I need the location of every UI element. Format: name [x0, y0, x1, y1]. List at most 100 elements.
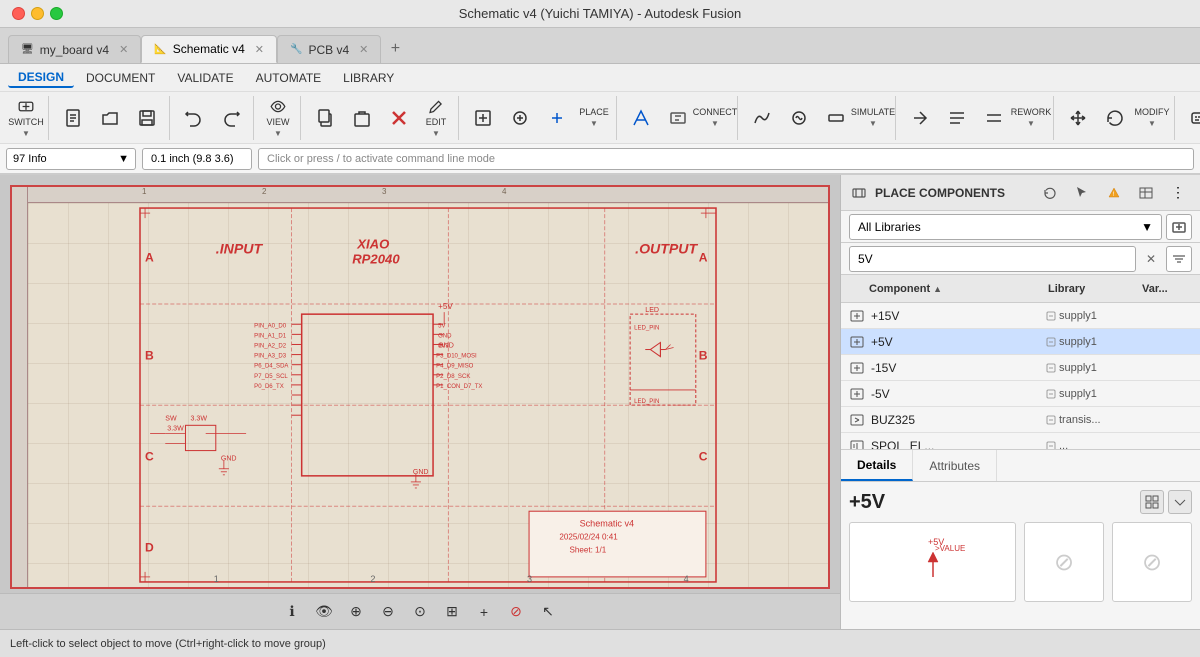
undo-button[interactable] [176, 98, 212, 138]
connect-btn2[interactable] [660, 98, 696, 138]
info-btn[interactable]: ℹ [279, 599, 305, 625]
grid-view-btn[interactable] [1140, 490, 1164, 514]
move-icon [1068, 108, 1088, 128]
panel-cursor-btn[interactable] [1070, 181, 1094, 205]
sim-btn1[interactable] [744, 98, 780, 138]
place-button[interactable]: PLACE ▼ [576, 98, 612, 138]
capacitor-icon [850, 439, 864, 450]
tab-schematic[interactable]: 📐 Schematic v4 ✕ [141, 35, 277, 63]
save-button[interactable] [129, 98, 165, 138]
library-select-value: All Libraries [858, 220, 921, 234]
search-filter-btn[interactable] [1166, 246, 1192, 272]
edit-button[interactable]: EDIT ▼ [418, 98, 454, 138]
shortcuts-btn1[interactable] [1181, 98, 1200, 138]
switch-button[interactable]: SWITCH ▼ [8, 98, 44, 138]
connect-btn1[interactable] [623, 98, 659, 138]
maximize-button[interactable] [50, 7, 63, 20]
delete-button[interactable] [381, 98, 417, 138]
component-search-input[interactable] [849, 246, 1136, 272]
details-tab-details[interactable]: Details [841, 450, 913, 481]
sim-btn2[interactable] [781, 98, 817, 138]
rework-button[interactable]: REWORK ▼ [1013, 98, 1049, 138]
expand-btn[interactable] [1168, 490, 1192, 514]
menu-automate[interactable]: AUTOMATE [246, 69, 332, 87]
svg-text:GND: GND [221, 456, 237, 463]
schematic-frame[interactable]: 1 2 3 4 A [10, 185, 830, 589]
connect-group: CONNECT ▼ [619, 96, 738, 140]
command-input[interactable]: Click or press / to activate command lin… [258, 148, 1194, 170]
undo-icon [184, 108, 204, 128]
component-row-buz325[interactable]: BUZ325 transis... [841, 407, 1200, 433]
rework-btn2[interactable] [939, 98, 975, 138]
tab-pcb[interactable]: 🔧 PCB v4 ✕ [277, 35, 381, 63]
tab-close-my-board[interactable]: ✕ [119, 43, 128, 56]
simulate-dropdown-icon: ▼ [869, 119, 877, 128]
details-tabs: Details Attributes [841, 450, 1200, 482]
close-button[interactable] [12, 7, 25, 20]
modify-button[interactable]: MODIFY ▼ [1134, 98, 1170, 138]
component-row-plus5v[interactable]: +5V supply1 [841, 329, 1200, 355]
connect-icon2 [668, 108, 688, 128]
refresh-button[interactable] [1097, 98, 1133, 138]
panel-table-btn[interactable] [1134, 181, 1158, 205]
info-dropdown[interactable]: 97 Info ▼ [6, 148, 136, 170]
panel-refresh-btn[interactable] [1038, 181, 1062, 205]
component-column-header[interactable]: Component ▲ [869, 283, 1044, 295]
menu-design[interactable]: DESIGN [8, 68, 74, 88]
component-row-minus5v[interactable]: -5V supply1 [841, 381, 1200, 407]
minimize-button[interactable] [31, 7, 44, 20]
panel-warning-btn[interactable]: ! [1102, 181, 1126, 205]
view-dropdown-icon: ▼ [274, 129, 282, 138]
grid-btn[interactable]: ⊞ [439, 599, 465, 625]
search-clear-btn[interactable]: ✕ [1140, 248, 1162, 270]
zoom-in-btn[interactable]: ⊕ [343, 599, 369, 625]
library-select[interactable]: All Libraries ▼ [849, 214, 1162, 240]
add-tab-button[interactable]: + [381, 35, 409, 63]
menu-document[interactable]: DOCUMENT [76, 69, 165, 87]
canvas-area[interactable]: 1 2 3 4 A [0, 175, 840, 629]
place-btn2[interactable] [502, 98, 538, 138]
simulate-button[interactable]: SIMULATE ▼ [855, 98, 891, 138]
tab-close-schematic[interactable]: ✕ [255, 43, 264, 56]
crosshair-btn[interactable]: + [471, 599, 497, 625]
add-library-btn[interactable] [1166, 214, 1192, 240]
refresh-icon [1105, 108, 1125, 128]
copy-button[interactable] [307, 98, 343, 138]
view-button[interactable]: VIEW ▼ [260, 98, 296, 138]
variant-column-header[interactable]: Var... [1142, 283, 1192, 295]
tabs-bar: 🖥 my_board v4 ✕ 📐 Schematic v4 ✕ 🔧 PCB v… [0, 28, 1200, 64]
tab-close-pcb[interactable]: ✕ [359, 43, 368, 56]
place-btn3[interactable] [539, 98, 575, 138]
zoom-fit-btn[interactable]: ⊙ [407, 599, 433, 625]
details-tab-attributes[interactable]: Attributes [913, 450, 997, 481]
cursor-btn[interactable]: ↖ [535, 599, 561, 625]
title-bar: Schematic v4 (Yuichi TAMIYA) - Autodesk … [0, 0, 1200, 28]
rework-btn3[interactable] [976, 98, 1012, 138]
components-list-header: Component ▲ Library Var... [841, 275, 1200, 303]
open-button[interactable] [92, 98, 128, 138]
sim-btn3[interactable] [818, 98, 854, 138]
visibility-btn[interactable]: 👁 [311, 599, 337, 625]
component-row-plus15v[interactable]: +15V supply1 [841, 303, 1200, 329]
paste-button[interactable] [344, 98, 380, 138]
new-button[interactable] [55, 98, 91, 138]
menu-library[interactable]: LIBRARY [333, 69, 404, 87]
component-preview-sec1: ⊘ [1024, 522, 1104, 602]
menu-validate[interactable]: VALIDATE [167, 69, 243, 87]
rework-btn1[interactable] [902, 98, 938, 138]
component-row-spol-el[interactable]: SPOL_EL... ... [841, 433, 1200, 449]
move-button[interactable] [1060, 98, 1096, 138]
library-column-header[interactable]: Library [1048, 283, 1138, 295]
svg-text:XIAO: XIAO [356, 236, 389, 251]
connect-button[interactable]: CONNECT ▼ [697, 98, 733, 138]
stop-btn[interactable]: ⊘ [503, 599, 529, 625]
ruler-mark-3: 3 [382, 187, 386, 196]
panel-more-btn[interactable]: ⋮ [1166, 181, 1190, 205]
svg-text:3.3W: 3.3W [191, 415, 208, 422]
tab-my-board[interactable]: 🖥 my_board v4 ✕ [8, 35, 141, 63]
redo-button[interactable] [213, 98, 249, 138]
zoom-out-btn[interactable]: ⊖ [375, 599, 401, 625]
component-row-minus15v[interactable]: -15V supply1 [841, 355, 1200, 381]
place-btn1[interactable] [465, 98, 501, 138]
svg-text:D: D [145, 541, 154, 555]
